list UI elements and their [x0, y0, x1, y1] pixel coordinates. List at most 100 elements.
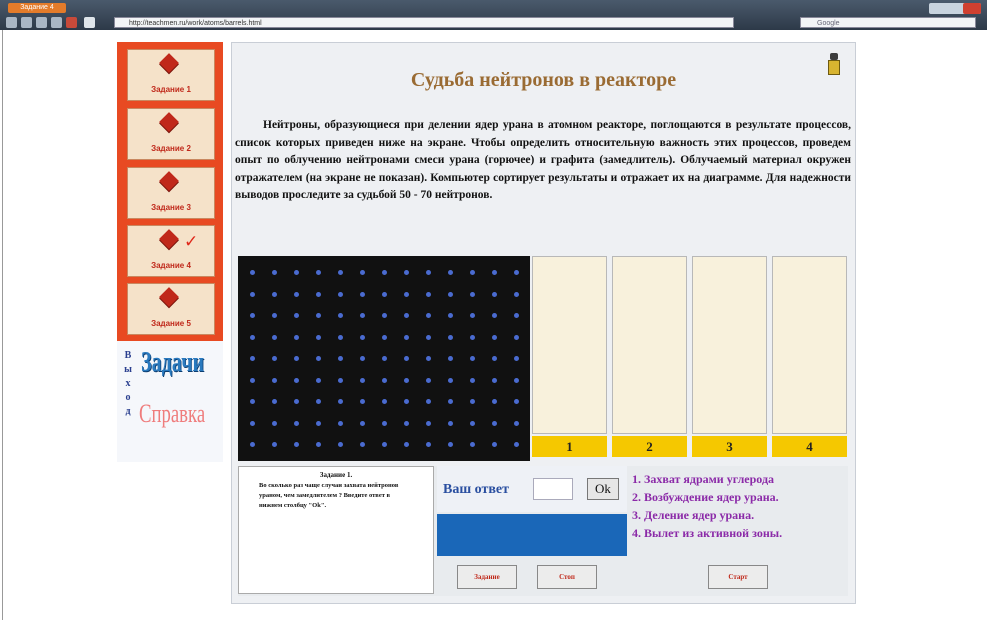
- stop-icon[interactable]: [66, 17, 77, 28]
- uranium-dot: [338, 442, 343, 447]
- browser-tab[interactable]: Задание 4: [8, 3, 66, 13]
- description-text: Нейтроны, образующиеся при делении ядер …: [235, 119, 851, 201]
- checkmark-icon: ✓: [184, 232, 199, 252]
- exit-button[interactable]: В ы х о д: [123, 349, 133, 419]
- uranium-dot: [382, 291, 387, 297]
- uranium-dot: [492, 377, 497, 383]
- tasks-button[interactable]: Задачи: [141, 347, 204, 379]
- diamond-icon: [159, 171, 179, 191]
- task-title: Задание 1.: [319, 471, 353, 479]
- task-label: Задание 3: [151, 203, 191, 212]
- uranium-dot: [360, 270, 365, 275]
- sidebar-task-2[interactable]: Задание 2: [127, 108, 215, 160]
- uranium-dot: [250, 291, 255, 297]
- uranium-dot: [404, 270, 409, 275]
- answer-label: Ваш ответ: [443, 482, 510, 497]
- uranium-dot: [250, 420, 255, 426]
- forward-icon[interactable]: [21, 17, 32, 28]
- sidebar-task-1[interactable]: Задание 1: [127, 49, 215, 101]
- uranium-dot: [514, 334, 519, 340]
- uranium-dot: [316, 313, 321, 318]
- uranium-dot: [448, 334, 453, 340]
- window-controls[interactable]: [929, 3, 981, 14]
- uranium-dot: [250, 313, 255, 318]
- uranium-dot: [404, 313, 409, 318]
- uranium-dot: [360, 313, 365, 318]
- page-title: Судьба нейтронов в реакторе: [410, 69, 677, 91]
- uranium-dot: [426, 334, 431, 340]
- close-window-button[interactable]: [963, 3, 981, 14]
- uranium-dot: [316, 334, 321, 340]
- favicon-icon: [84, 17, 95, 28]
- uranium-dot: [338, 270, 343, 275]
- answer-input[interactable]: [533, 478, 573, 500]
- diamond-icon: [159, 112, 179, 132]
- result-column-2: [612, 256, 687, 434]
- uranium-dot: [404, 377, 409, 383]
- uranium-dot: [426, 420, 431, 426]
- uranium-dot: [272, 313, 277, 318]
- diamond-icon: [159, 287, 179, 307]
- address-bar[interactable]: http://teachmen.ru/work/atoms/barrels.ht…: [114, 17, 734, 28]
- process-legend: 1. Захват ядрами углерода 2. Возбуждение…: [632, 470, 847, 542]
- sidebar-task-3[interactable]: Задание 3: [127, 167, 215, 219]
- uranium-dot: [426, 313, 431, 318]
- uranium-dot: [382, 313, 387, 318]
- uranium-dot: [316, 420, 321, 426]
- uranium-dot: [470, 442, 475, 447]
- sidebar-task-5[interactable]: Задание 5: [127, 283, 215, 335]
- result-column-1: [532, 256, 607, 434]
- uranium-dot: [294, 313, 299, 318]
- result-column-3: [692, 256, 767, 434]
- task-button[interactable]: Задание: [457, 565, 517, 589]
- ok-button[interactable]: Ok: [587, 478, 619, 500]
- uranium-dot: [404, 291, 409, 297]
- uranium-dot: [316, 442, 321, 447]
- uranium-dot: [250, 399, 255, 404]
- uranium-dot: [272, 270, 277, 275]
- sidebar-task-4[interactable]: ✓ Задание 4: [127, 225, 215, 277]
- legend-item: 2. Возбуждение ядер урана.: [632, 490, 779, 504]
- reload-icon[interactable]: [36, 17, 47, 28]
- sidebar: Задание 1 Задание 2 Задание 3 ✓ Задание …: [117, 42, 223, 462]
- stop-button[interactable]: Стоп: [537, 565, 597, 589]
- browser-toolbar: Задание 4 http://teachmen.ru/work/atoms/…: [0, 0, 987, 30]
- back-icon[interactable]: [6, 17, 17, 28]
- exit-letter: о: [125, 392, 131, 403]
- uranium-dot: [382, 420, 387, 426]
- uranium-dot: [250, 356, 255, 361]
- uranium-dot: [360, 399, 365, 404]
- uranium-dot: [338, 377, 343, 383]
- help-button[interactable]: Справка: [139, 399, 205, 429]
- uranium-dot: [448, 356, 453, 361]
- column-label-2: 2: [612, 436, 687, 457]
- uranium-dot: [426, 442, 431, 447]
- uranium-dot: [514, 356, 519, 361]
- uranium-dot: [448, 291, 453, 297]
- uranium-dot: [404, 420, 409, 426]
- uranium-dot: [338, 334, 343, 340]
- home-icon[interactable]: [51, 17, 62, 28]
- uranium-dot: [272, 420, 277, 426]
- uranium-dot: [360, 334, 365, 340]
- control-panel: Задание 1. Во сколько раз чаще случаи за…: [238, 466, 848, 596]
- uranium-dot: [426, 291, 431, 297]
- uranium-dot: [272, 334, 277, 340]
- uranium-dot: [492, 334, 497, 340]
- uranium-dot: [382, 377, 387, 383]
- uranium-dot: [404, 399, 409, 404]
- window-border: [2, 30, 3, 620]
- legend-item: 3. Деление ядер урана.: [632, 508, 755, 522]
- uranium-dot: [316, 399, 321, 404]
- uranium-dot: [404, 356, 409, 361]
- uranium-dot: [382, 399, 387, 404]
- uranium-dot: [294, 420, 299, 426]
- uranium-dot: [360, 420, 365, 426]
- search-input[interactable]: Google: [800, 17, 976, 28]
- uranium-dot: [294, 399, 299, 404]
- uranium-dot: [272, 442, 277, 447]
- answer-row: Ваш ответ Ok: [437, 466, 627, 512]
- uranium-dot: [426, 377, 431, 383]
- uranium-dot: [470, 420, 475, 426]
- start-button[interactable]: Старт: [708, 565, 768, 589]
